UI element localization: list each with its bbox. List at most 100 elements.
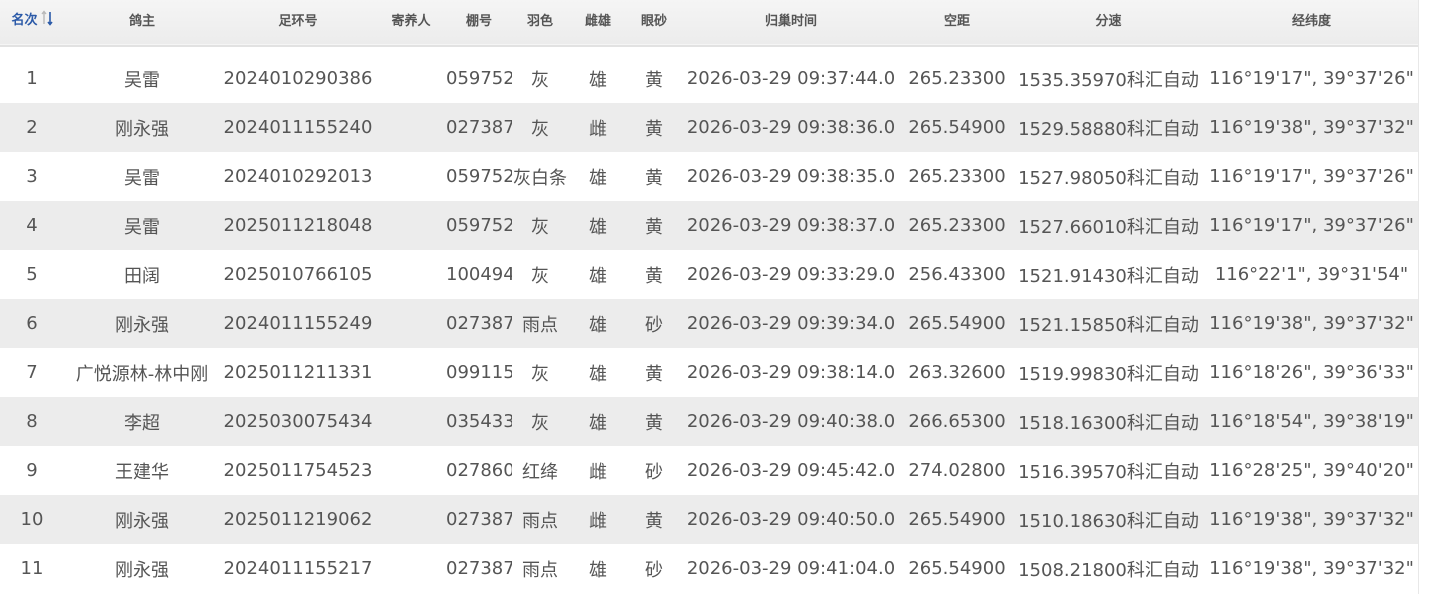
cell-color: 红绛 (512, 446, 568, 495)
table-row[interactable]: 5 田阔 2025010766105 100494 灰 雄 黄 2026-03-… (0, 250, 1418, 299)
cell-owner: 刚永强 (64, 299, 220, 348)
cell-ring: 2025011211331 (220, 348, 376, 397)
cell-coords: 116°19'38", 39°37'32" (1205, 299, 1418, 348)
cell-arrival: 2026-03-29 09:45:42.0 (680, 446, 902, 495)
cell-coords: 116°19'38", 39°37'32" (1205, 103, 1418, 152)
table-row[interactable]: 7 广悦源林-林中刚 2025011211331 099115 灰 雄 黄 20… (0, 348, 1418, 397)
cell-distance: 263.32600 (902, 348, 1012, 397)
cell-loft: 059752 (446, 152, 512, 201)
cell-boarder (376, 397, 446, 446)
cell-owner: 王建华 (64, 446, 220, 495)
table-row[interactable]: 8 李超 2025030075434 035433 灰 雄 黄 2026-03-… (0, 397, 1418, 446)
table-row[interactable]: 10 刚永强 2025011219062 027387 雨点 雌 黄 2026-… (0, 495, 1418, 544)
cell-arrival: 2026-03-29 09:40:38.0 (680, 397, 902, 446)
cell-distance: 265.54900 (902, 299, 1012, 348)
cell-loft: 027860 (446, 446, 512, 495)
cell-speed: 1521.15850科汇自动 (1012, 299, 1205, 348)
table-row[interactable]: 11 刚永强 2024011155217 027387 雨点 雄 砂 2026-… (0, 544, 1418, 593)
cell-distance: 265.23300 (902, 54, 1012, 103)
cell-boarder (376, 446, 446, 495)
cell-rank: 7 (0, 348, 64, 397)
cell-arrival: 2026-03-29 09:37:44.0 (680, 54, 902, 103)
cell-arrival: 2026-03-29 09:38:36.0 (680, 103, 902, 152)
cell-color: 灰白条 (512, 152, 568, 201)
table-body: 1 吴雷 2024010290386 059752 灰 雄 黄 2026-03-… (0, 46, 1418, 593)
cell-rank: 11 (0, 544, 64, 593)
cell-rank: 4 (0, 201, 64, 250)
cell-sex: 雄 (568, 299, 628, 348)
header-ring[interactable]: 足环号 (220, 0, 376, 46)
cell-boarder (376, 250, 446, 299)
cell-loft: 027387 (446, 103, 512, 152)
cell-rank: 2 (0, 103, 64, 152)
header-eye[interactable]: 眼砂 (628, 0, 680, 46)
cell-ring: 2025011219062 (220, 495, 376, 544)
table-row[interactable]: 4 吴雷 2025011218048 059752 灰 雄 黄 2026-03-… (0, 201, 1418, 250)
cell-distance: 265.54900 (902, 495, 1012, 544)
cell-arrival: 2026-03-29 09:39:34.0 (680, 299, 902, 348)
cell-rank: 1 (0, 54, 64, 103)
cell-boarder (376, 348, 446, 397)
cell-eye: 黄 (628, 348, 680, 397)
cell-sex: 雄 (568, 544, 628, 593)
cell-ring: 2025030075434 (220, 397, 376, 446)
cell-boarder (376, 54, 446, 103)
header-speed[interactable]: 分速 (1012, 0, 1205, 46)
cell-speed: 1519.99830科汇自动 (1012, 348, 1205, 397)
cell-rank: 8 (0, 397, 64, 446)
table-row[interactable]: 6 刚永强 2024011155249 027387 雨点 雄 砂 2026-0… (0, 299, 1418, 348)
table-row[interactable]: 9 王建华 2025011754523 027860 红绛 雌 砂 2026-0… (0, 446, 1418, 495)
table-row[interactable]: 2 刚永强 2024011155240 027387 灰 雌 黄 2026-03… (0, 103, 1418, 152)
cell-owner: 刚永强 (64, 495, 220, 544)
header-color[interactable]: 羽色 (512, 0, 568, 46)
vertical-scrollbar[interactable] (1418, 0, 1432, 594)
cell-color: 灰 (512, 397, 568, 446)
cell-boarder (376, 201, 446, 250)
cell-sex: 雄 (568, 250, 628, 299)
cell-ring: 2025011218048 (220, 201, 376, 250)
cell-color: 灰 (512, 348, 568, 397)
cell-coords: 116°28'25", 39°40'20" (1205, 446, 1418, 495)
cell-distance: 266.65300 (902, 397, 1012, 446)
table-row[interactable]: 3 吴雷 2024010292013 059752 灰白条 雄 黄 2026-0… (0, 152, 1418, 201)
cell-eye: 黄 (628, 201, 680, 250)
header-rank[interactable]: 名次 (0, 0, 64, 46)
cell-eye: 黄 (628, 397, 680, 446)
cell-loft: 059752 (446, 54, 512, 103)
race-results-table: 名次 鸽主 足环号 寄养人 棚号 羽色 雌雄 眼砂 归巢时间 空距 分速 经纬度… (0, 0, 1418, 593)
cell-coords: 116°19'38", 39°37'32" (1205, 495, 1418, 544)
cell-sex: 雌 (568, 446, 628, 495)
cell-loft: 027387 (446, 495, 512, 544)
header-coords[interactable]: 经纬度 (1205, 0, 1418, 46)
cell-coords: 116°19'38", 39°37'32" (1205, 544, 1418, 593)
header-sex[interactable]: 雌雄 (568, 0, 628, 46)
header-boarder[interactable]: 寄养人 (376, 0, 446, 46)
header-distance[interactable]: 空距 (902, 0, 1012, 46)
cell-eye: 黄 (628, 103, 680, 152)
cell-eye: 黄 (628, 54, 680, 103)
cell-speed: 1510.18630科汇自动 (1012, 495, 1205, 544)
cell-eye: 砂 (628, 299, 680, 348)
cell-rank: 3 (0, 152, 64, 201)
cell-sex: 雄 (568, 397, 628, 446)
cell-coords: 116°18'26", 39°36'33" (1205, 348, 1418, 397)
header-owner[interactable]: 鸽主 (64, 0, 220, 46)
cell-arrival: 2026-03-29 09:33:29.0 (680, 250, 902, 299)
results-table-container: 名次 鸽主 足环号 寄养人 棚号 羽色 雌雄 眼砂 归巢时间 空距 分速 经纬度… (0, 0, 1418, 594)
cell-loft: 059752 (446, 201, 512, 250)
header-loft[interactable]: 棚号 (446, 0, 512, 46)
cell-loft: 100494 (446, 250, 512, 299)
cell-boarder (376, 495, 446, 544)
header-arrival[interactable]: 归巢时间 (680, 0, 902, 46)
header-spacer (0, 46, 1418, 54)
cell-color: 灰 (512, 54, 568, 103)
table-row[interactable]: 1 吴雷 2024010290386 059752 灰 雄 黄 2026-03-… (0, 54, 1418, 103)
cell-distance: 265.23300 (902, 152, 1012, 201)
cell-speed: 1508.21800科汇自动 (1012, 544, 1205, 593)
cell-coords: 116°22'1", 39°31'54" (1205, 250, 1418, 299)
cell-owner: 李超 (64, 397, 220, 446)
cell-speed: 1516.39570科汇自动 (1012, 446, 1205, 495)
sort-icon[interactable] (40, 10, 53, 30)
cell-ring: 2025010766105 (220, 250, 376, 299)
cell-color: 雨点 (512, 495, 568, 544)
